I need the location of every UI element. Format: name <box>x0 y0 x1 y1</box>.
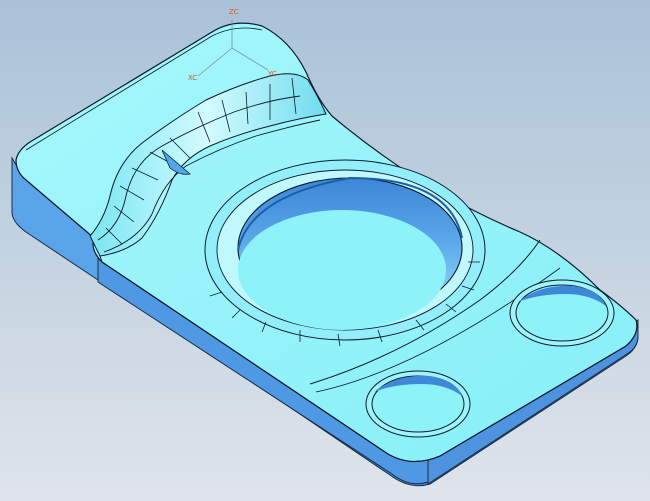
triad-y-label: YC <box>267 70 277 78</box>
large-bore-floor <box>238 210 446 330</box>
triad-z-label: ZC <box>229 8 239 16</box>
part-model-view[interactable]: ZC XC YC <box>0 0 650 501</box>
triad-x-label: XC <box>188 74 197 82</box>
graphics-viewport[interactable]: ZC XC YC <box>0 0 650 501</box>
